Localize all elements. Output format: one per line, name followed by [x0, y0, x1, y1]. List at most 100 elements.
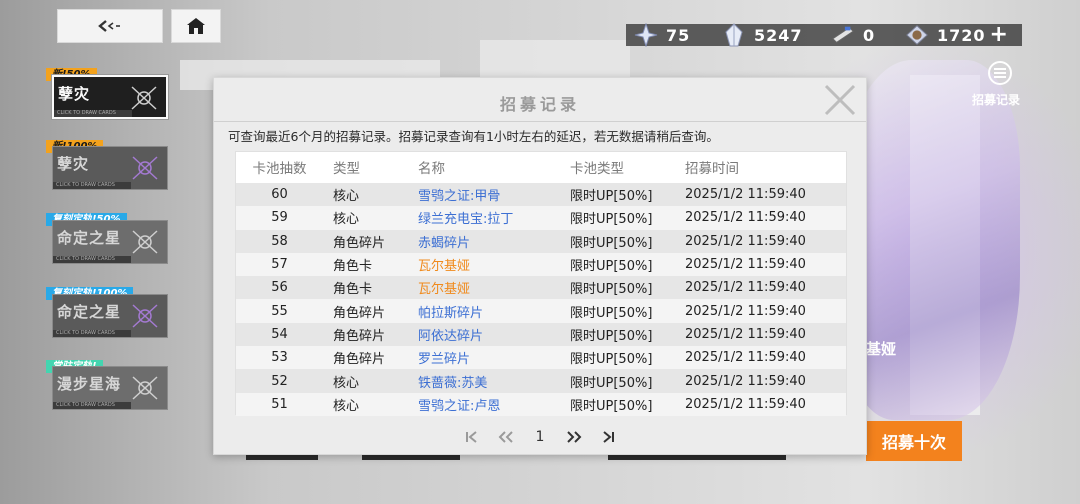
cell-name: 绿兰充电宝:拉丁 — [418, 212, 514, 228]
cell-time: 2025/1/2 11:59:40 — [685, 303, 806, 319]
banner-subtitle: CLICK TO DRAW CARDS — [53, 256, 131, 263]
banner-title: 孽灾 — [57, 155, 90, 173]
banner-item[interactable]: 漫步星海 CLICK TO DRAW CARDS — [52, 366, 168, 410]
table-row: 58 角色碎片 赤蝎碎片 限时UP[50%] 2025/1/2 11:59:40 — [236, 229, 846, 253]
resource-star-fragment: 75 — [634, 20, 690, 50]
modal-header: 招募记录 — [214, 78, 866, 122]
cell-count: 55 — [271, 303, 288, 319]
cell-type: 角色碎片 — [333, 328, 386, 344]
home-icon — [186, 17, 206, 35]
cell-name: 瓦尔基娅 — [418, 282, 471, 298]
cell-count: 54 — [271, 326, 288, 342]
resource-crystal: 5247 — [722, 20, 803, 50]
table-row: 57 角色卡 瓦尔基娅 限时UP[50%] 2025/1/2 11:59:40 — [236, 252, 846, 277]
resource-value: 75 — [666, 25, 691, 45]
ticket-icon — [831, 23, 855, 47]
cell-count: 59 — [271, 210, 288, 226]
cell-name: 罗兰碎片 — [418, 352, 471, 368]
cell-type: 角色碎片 — [333, 352, 386, 368]
current-page-number: 1 — [535, 429, 545, 445]
cell-pool: 限时UP[50%] — [570, 375, 653, 391]
cell-pool: 限时UP[50%] — [570, 398, 653, 414]
cell-time: 2025/1/2 11:59:40 — [685, 187, 806, 203]
next-page-icon[interactable] — [557, 426, 591, 448]
table-header: 卡池抽数 类型 名称 卡池类型 招募时间 — [236, 152, 846, 182]
cell-time: 2025/1/2 11:59:40 — [685, 210, 806, 226]
banner-emblem-icon — [129, 227, 161, 257]
close-icon[interactable] — [820, 80, 860, 120]
banner-emblem-icon — [129, 373, 161, 403]
table-row: 55 角色碎片 帕拉斯碎片 限时UP[50%] 2025/1/2 11:59:4… — [236, 299, 846, 323]
cell-time: 2025/1/2 11:59:40 — [685, 257, 806, 273]
cell-count: 60 — [271, 187, 288, 203]
character-name-fragment: 基娅 — [866, 340, 897, 358]
banner-item[interactable]: 命定之星 CLICK TO DRAW CARDS — [52, 294, 168, 338]
record-table: 卡池抽数 类型 名称 卡池类型 招募时间 60 核心 雪鸮之证:甲骨 限时UP[… — [235, 151, 847, 416]
cell-name: 雪鸮之证:卢恩 — [418, 398, 501, 414]
star-fragment-icon — [634, 23, 658, 47]
cell-type: 角色碎片 — [333, 235, 386, 251]
cell-name: 雪鸮之证:甲骨 — [418, 189, 501, 205]
column-header: 类型 — [333, 161, 360, 177]
cell-count: 51 — [271, 396, 288, 412]
banner-item[interactable]: 孽灾 CLICK TO DRAW CARDS — [52, 146, 168, 190]
column-header: 卡池抽数 — [252, 161, 307, 177]
recruit-record-modal: 招募记录 可查询最近6个月的招募记录。招募记录查询有1小时左右的延迟，若无数据请… — [213, 77, 867, 455]
cell-name: 铁蔷薇:苏美 — [418, 375, 488, 391]
table-row: 51 核心 雪鸮之证:卢恩 限时UP[50%] 2025/1/2 11:59:4… — [236, 392, 846, 416]
cell-name: 帕拉斯碎片 — [418, 305, 484, 321]
record-label[interactable]: 招募记录 — [972, 91, 1020, 108]
resource-value: 0 — [863, 25, 876, 45]
cell-name: 阿依达碎片 — [418, 328, 484, 344]
cell-count: 57 — [271, 257, 288, 273]
background-block — [480, 40, 630, 80]
banner-item[interactable]: 孽灾 CLICK TO DRAW CARDS — [52, 75, 168, 119]
banner-item[interactable]: 命定之星 CLICK TO DRAW CARDS — [52, 220, 168, 264]
banner-subtitle: CLICK TO DRAW CARDS — [53, 402, 131, 409]
record-icon[interactable] — [985, 60, 1015, 86]
table-body: 60 核心 雪鸮之证:甲骨 限时UP[50%] 2025/1/2 11:59:4… — [236, 183, 846, 416]
add-resource-icon[interactable]: + — [990, 24, 1009, 46]
resource-orb: 1720 + — [905, 20, 1009, 50]
back-button[interactable] — [57, 9, 163, 43]
pull-ten-button[interactable]: 招募十次 — [866, 421, 962, 461]
cell-type: 角色卡 — [333, 259, 373, 275]
resource-value: 1720 — [937, 25, 986, 45]
cell-type: 核心 — [333, 189, 360, 205]
cell-time: 2025/1/2 11:59:40 — [685, 373, 806, 389]
cell-count: 58 — [271, 233, 288, 249]
table-row: 52 核心 铁蔷薇:苏美 限时UP[50%] 2025/1/2 11:59:40 — [236, 369, 846, 393]
character-art — [840, 60, 1020, 420]
cell-count: 56 — [271, 280, 288, 296]
cell-type: 核心 — [333, 212, 360, 228]
cell-name: 瓦尔基娅 — [418, 259, 471, 275]
modal-title: 招募记录 — [499, 95, 580, 114]
resource-ticket: 0 — [831, 20, 875, 50]
cell-pool: 限时UP[50%] — [570, 352, 653, 368]
banner-title: 漫步星海 — [57, 375, 122, 393]
cell-pool: 限时UP[50%] — [570, 282, 653, 298]
last-page-icon[interactable] — [591, 426, 625, 448]
cell-type: 角色碎片 — [333, 305, 386, 321]
cell-type: 核心 — [333, 398, 360, 414]
banner-subtitle: CLICK TO DRAW CARDS — [53, 182, 131, 189]
home-button[interactable] — [171, 9, 221, 43]
resource-value: 5247 — [754, 25, 803, 45]
crystal-icon — [722, 23, 746, 47]
banner-emblem-icon — [129, 153, 161, 183]
banner-title: 命定之星 — [57, 303, 122, 321]
table-row: 59 核心 绿兰充电宝:拉丁 限时UP[50%] 2025/1/2 11:59:… — [236, 206, 846, 230]
column-header: 卡池类型 — [570, 161, 624, 177]
column-header: 名称 — [418, 161, 445, 177]
cell-pool: 限时UP[50%] — [570, 305, 653, 321]
first-page-icon[interactable] — [455, 426, 489, 448]
cell-time: 2025/1/2 11:59:40 — [685, 326, 806, 342]
banner-title: 孽灾 — [58, 85, 91, 103]
banner-emblem-icon — [128, 83, 160, 113]
banner-subtitle: CLICK TO DRAW CARDS — [53, 330, 131, 337]
previous-page-icon[interactable] — [489, 426, 523, 448]
cell-type: 核心 — [333, 375, 360, 391]
banner-emblem-icon — [129, 301, 161, 331]
back-arrow-icon — [97, 19, 123, 33]
cell-time: 2025/1/2 11:59:40 — [685, 350, 806, 366]
